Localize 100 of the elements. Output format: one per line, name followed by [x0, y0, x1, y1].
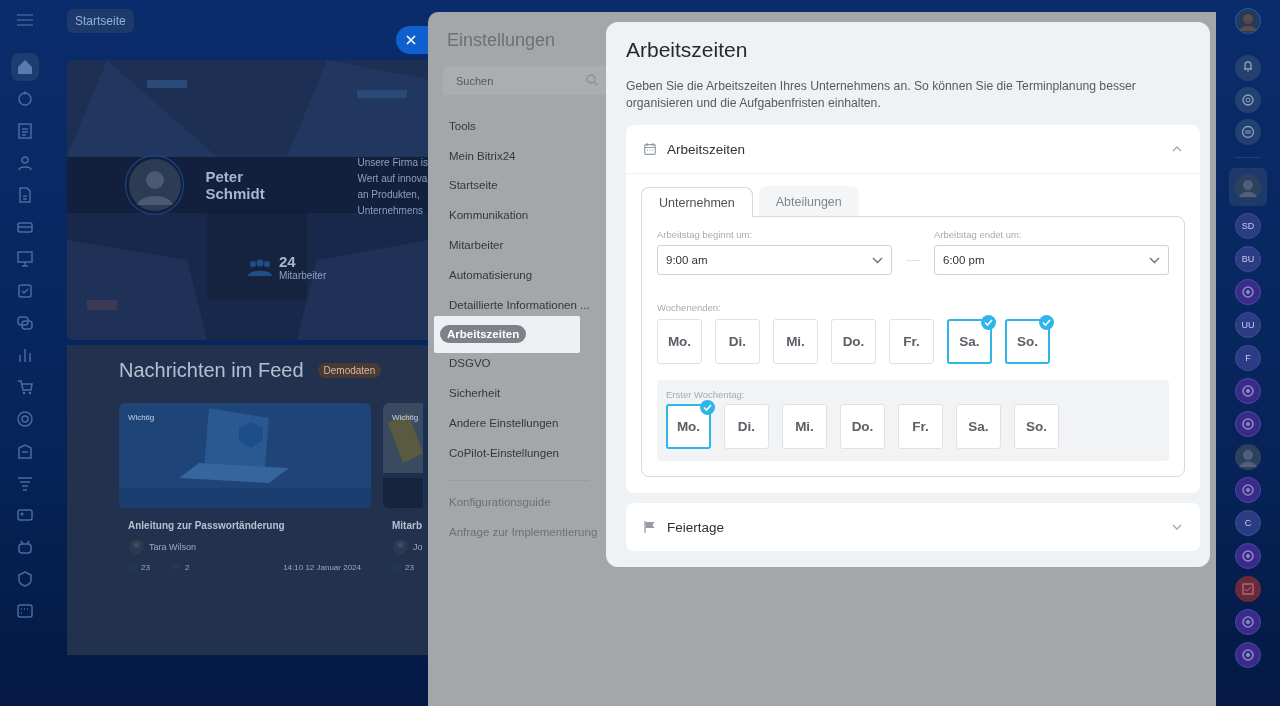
chevron-down-icon[interactable] — [1172, 524, 1182, 530]
field-label: Wochenenden: — [657, 302, 722, 313]
menu-item[interactable]: Startseite — [449, 179, 498, 192]
menu-item[interactable]: Detaillierte Informationen ... — [449, 298, 590, 311]
flag-icon — [644, 521, 656, 533]
chevron-down-icon — [872, 256, 883, 264]
grid-icon[interactable] — [16, 602, 34, 620]
field-label: Arbeitstag beginnt um: — [657, 229, 754, 240]
cart-icon[interactable] — [16, 378, 34, 396]
employee-label: Mitarbeiter — [279, 270, 327, 281]
chat-avatar[interactable]: SD — [1235, 213, 1261, 239]
bar-chart-icon[interactable] — [16, 346, 34, 364]
tab[interactable]: Abteilungen — [758, 186, 859, 216]
menu-item[interactable]: Tools — [449, 119, 476, 132]
copilot-icon[interactable] — [1235, 543, 1261, 569]
close-button[interactable] — [396, 26, 428, 54]
tab[interactable]: Unternehmen — [641, 187, 753, 217]
comment-count: 2 — [184, 563, 190, 572]
breadcrumb-button[interactable]: Startseite — [67, 9, 134, 33]
menu-item[interactable]: Mitarbeiter — [449, 239, 504, 252]
tag-label: Wichtig — [128, 413, 155, 422]
home-icon[interactable] — [16, 58, 34, 76]
author-name: Jo — [413, 541, 423, 552]
tag-label: Wichtig — [392, 413, 419, 422]
day-option[interactable]: Di. — [724, 404, 769, 449]
robot-icon[interactable] — [16, 538, 34, 556]
menu-item[interactable]: Sicherheit — [449, 387, 501, 400]
building-icon[interactable] — [16, 442, 34, 460]
board-icon[interactable] — [16, 250, 34, 268]
copilot-icon[interactable] — [1235, 279, 1261, 305]
menu-item[interactable]: Kommunikation — [449, 209, 529, 222]
avatar-icon — [128, 159, 181, 211]
day-option[interactable]: Mi. — [782, 404, 827, 449]
post-title: Mitarb — [392, 520, 423, 531]
day-option[interactable]: So. — [1014, 404, 1059, 449]
avatar-icon — [392, 538, 409, 555]
search-field[interactable]: Suchen — [443, 66, 606, 95]
menu-item[interactable]: Arbeitszeiten — [440, 325, 527, 344]
page-title: Arbeitszeiten — [626, 38, 749, 62]
day-toggle[interactable]: Fr. — [889, 319, 934, 364]
menu-item[interactable]: Andere Einstellungen — [449, 417, 559, 430]
day-toggle[interactable]: Mi. — [773, 319, 818, 364]
copilot-icon[interactable] — [1235, 411, 1261, 437]
funnel-icon[interactable] — [16, 474, 34, 492]
chat-icon[interactable] — [16, 314, 34, 332]
author-name: Tara Wilson — [149, 541, 196, 552]
avatar-icon[interactable] — [1235, 444, 1261, 470]
chat-avatar[interactable]: BU — [1235, 246, 1261, 272]
chat-icon[interactable] — [1235, 119, 1261, 145]
copilot-icon[interactable] — [1235, 609, 1261, 635]
feed-title: Nachrichten im Feed — [119, 359, 304, 382]
day-option[interactable]: Do. — [840, 404, 885, 449]
calendar-icon — [644, 143, 656, 155]
menu-icon[interactable] — [17, 14, 33, 26]
day-toggle[interactable]: Mo. — [657, 319, 702, 364]
chevron-down-icon — [1149, 256, 1160, 264]
avatar-icon[interactable] — [1235, 174, 1261, 200]
menu-item[interactable]: CoPilot-Einstellungen — [449, 446, 559, 459]
target-icon[interactable] — [16, 410, 34, 428]
demo-badge: Demodaten — [317, 363, 382, 378]
copilot-icon[interactable] — [1235, 477, 1261, 503]
check-icon — [981, 315, 996, 330]
time-dropdown[interactable]: 9:00 am — [657, 245, 892, 275]
day-toggle[interactable]: Di. — [715, 319, 760, 364]
task-icon[interactable] — [1235, 576, 1261, 602]
page-description: Geben Sie die Arbeitszeiten Ihres Unternehmens an. So können Sie die Terminplanung besser organisieren und die Aufgabenfristen einhalten. — [626, 78, 1137, 112]
post-date: 14:10 12 Januar 2024 — [283, 563, 361, 572]
avatar-icon — [128, 538, 145, 555]
document-icon[interactable] — [16, 186, 34, 204]
user-avatar[interactable] — [1235, 8, 1261, 34]
copilot-icon[interactable] — [1235, 378, 1261, 404]
profile-name: Peter Schmidt — [205, 168, 266, 202]
menu-item[interactable]: DSGVO — [449, 357, 491, 370]
day-option[interactable]: Fr. — [898, 404, 943, 449]
shield-icon[interactable] — [16, 570, 34, 588]
checkbox-icon[interactable] — [16, 282, 34, 300]
day-option[interactable]: Sa. — [956, 404, 1001, 449]
post-card[interactable]: Wichtig Anleitung zur Passwortänderung Tara Wilson 23 2 14:10 12 Januar 2024 — [119, 403, 371, 572]
copilot-icon[interactable] — [1235, 642, 1261, 668]
field-label: Arbeitstag endet um: — [934, 229, 1023, 240]
chat-avatar[interactable]: UU — [1235, 312, 1261, 338]
check-icon — [1039, 315, 1054, 330]
about-text: Unsere Firma is Wert auf innova an Produkten, Unternehmens — [357, 156, 428, 218]
bell-icon[interactable] — [1235, 55, 1261, 81]
menu-item[interactable]: Automatisierung — [449, 268, 533, 281]
like-count: 23 — [141, 563, 150, 572]
list-icon[interactable] — [16, 122, 34, 140]
menu-item[interactable]: Mein Bitrix24 — [449, 149, 516, 162]
chat-avatar[interactable]: C — [1235, 510, 1261, 536]
day-toggle[interactable]: Do. — [831, 319, 876, 364]
time-dropdown[interactable]: 6:00 pm — [934, 245, 1169, 275]
section-title: Arbeitszeiten — [667, 141, 747, 157]
chevron-up-icon[interactable] — [1172, 146, 1182, 152]
post-title: Anleitung zur Passwortänderung — [128, 520, 286, 531]
close-icon — [406, 35, 416, 45]
copilot-icon[interactable] — [1235, 87, 1261, 113]
like-count: 23 — [405, 563, 414, 572]
section-title: Feiertage — [667, 519, 726, 535]
chat-avatar[interactable]: F — [1235, 345, 1261, 371]
id-card-icon[interactable] — [16, 506, 34, 524]
